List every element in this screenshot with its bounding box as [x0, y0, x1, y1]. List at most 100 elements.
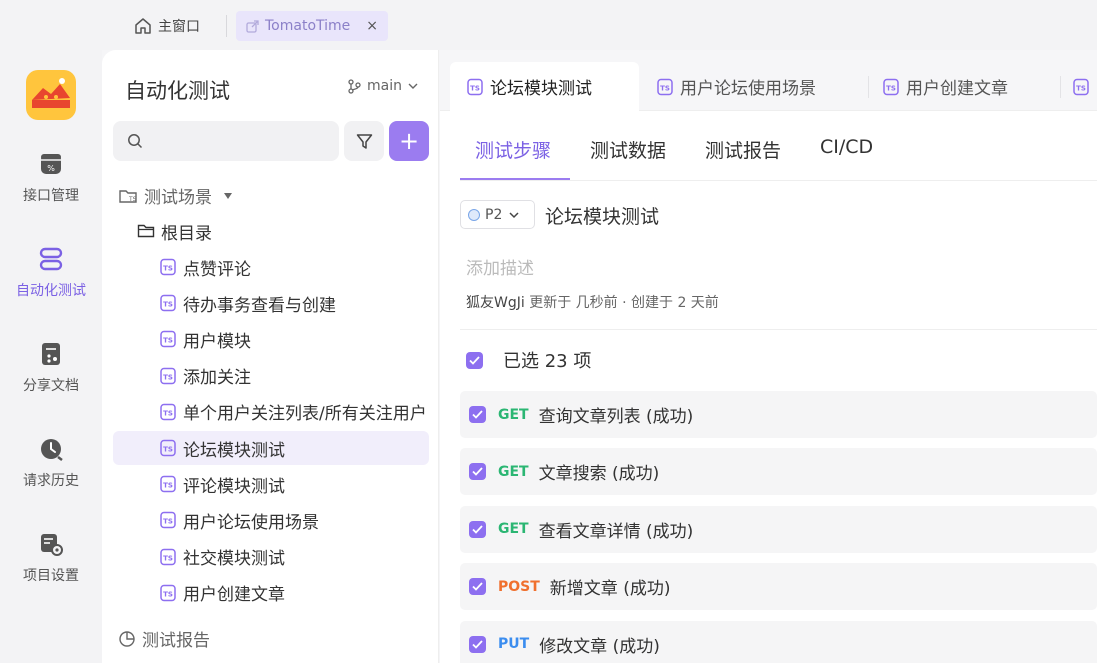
close-tab-icon[interactable]: ×: [366, 18, 378, 34]
doc-tab-forum-test[interactable]: TS 论坛模块测试: [450, 62, 639, 111]
rail-item-project-settings[interactable]: 项目设置: [0, 531, 102, 585]
step-checkbox[interactable]: [469, 635, 486, 653]
ts-file-icon: TS: [1073, 78, 1089, 95]
automation-icon: [39, 247, 63, 271]
step-name: 查询文章列表 (成功): [538, 407, 694, 427]
tab-test-data[interactable]: 测试数据: [590, 136, 666, 163]
share-doc-icon: [42, 343, 60, 365]
doc-tab-user-forum-scenario[interactable]: TS 用户论坛使用场景: [640, 62, 816, 111]
rail-item-label: 请求历史: [23, 473, 79, 489]
tree-item-label: 单个用户关注列表/所有关注用户: [183, 404, 427, 425]
ts-folder-icon: TS: [119, 189, 137, 203]
divider: [460, 329, 1097, 330]
tab-test-steps[interactable]: 测试步骤: [475, 136, 551, 163]
tab-ci-cd[interactable]: CI/CD: [820, 136, 873, 158]
external-window-icon: [246, 19, 259, 33]
svg-text:TS: TS: [163, 265, 173, 273]
test-step-row[interactable]: GET 文章搜索 (成功): [460, 448, 1097, 496]
branch-name: main: [367, 78, 402, 94]
test-step-row[interactable]: POST 新增文章 (成功): [460, 563, 1097, 611]
ts-file-icon: TS: [883, 78, 899, 95]
step-name: 查看文章详情 (成功): [538, 521, 694, 542]
case-meta: 狐友WgJi 更新于 几秒前 · 创建于 2 天前: [466, 292, 719, 312]
active-tab-indicator: [460, 178, 570, 180]
step-checkbox[interactable]: [469, 578, 486, 596]
section-test-scenarios[interactable]: TS 测试场景: [118, 183, 238, 208]
test-step-row[interactable]: GET 查看文章详情 (成功): [460, 505, 1097, 553]
tree-item-scenario[interactable]: TS 评论模块测试: [113, 467, 429, 501]
add-scenario-button[interactable]: +: [389, 121, 429, 161]
step-checkbox[interactable]: [469, 463, 486, 481]
doc-tab-user-create-article[interactable]: TS 用户创建文章: [866, 62, 1008, 111]
tree-item-label: 点赞评论: [183, 259, 251, 280]
tree-item-scenario[interactable]: TS 待办事务查看与创建: [113, 286, 429, 320]
select-all-row[interactable]: 已选 23 项: [466, 347, 591, 373]
check-icon: [472, 467, 483, 477]
tree-item-label: 添加关注: [183, 368, 251, 389]
test-step-row[interactable]: PUT 修改文章 (成功): [460, 620, 1097, 663]
section-test-reports[interactable]: 测试报告: [118, 626, 210, 651]
window-tab-project[interactable]: TomatoTime ×: [236, 11, 388, 41]
main-content: TS 论坛模块测试 TS 用户论坛使用场景 TS 用户创建文章 TS 测试步骤 …: [440, 50, 1097, 663]
panel-title: 自动化测试: [125, 79, 230, 103]
home-icon: [135, 18, 151, 34]
window-tab-divider: [226, 15, 227, 37]
description-field[interactable]: 添加描述: [466, 254, 534, 279]
http-method-badge: PUT: [498, 636, 530, 653]
git-branch-icon: [348, 78, 361, 94]
check-icon: [469, 355, 480, 365]
tree-folder-root[interactable]: 根目录: [113, 214, 429, 248]
doc-tab-label: 用户创建文章: [906, 79, 1008, 99]
window-tab-home-label: 主窗口: [158, 19, 200, 35]
test-step-row[interactable]: GET 查询文章列表 (成功): [460, 391, 1097, 438]
step-name: 新增文章 (成功): [549, 579, 671, 600]
tree-item-scenario[interactable]: TS 用户模块: [113, 322, 429, 356]
folder-icon: [137, 224, 155, 238]
chevron-down-icon: [509, 211, 519, 218]
tree-item-scenario[interactable]: TS 社交模块测试: [113, 540, 429, 574]
rail-item-label: 项目设置: [23, 568, 79, 584]
ts-file-icon: TS: [657, 78, 673, 95]
section-label: 测试报告: [142, 631, 210, 651]
select-all-checkbox[interactable]: [466, 351, 483, 369]
rail-item-history[interactable]: 请求历史: [0, 436, 102, 490]
tree-item-label: 用户创建文章: [183, 585, 285, 606]
tree-item-scenario[interactable]: TS 用户论坛使用场景: [113, 503, 429, 537]
step-checkbox[interactable]: [469, 406, 486, 423]
tree-item-label: 论坛模块测试: [183, 440, 285, 461]
rail-item-label: 自动化测试: [16, 283, 86, 299]
doc-tab-overflow[interactable]: TS: [1058, 62, 1097, 111]
tree-item-scenario[interactable]: TS 用户创建文章: [113, 576, 429, 610]
svg-text:TS: TS: [163, 446, 173, 454]
priority-dot-icon: [468, 208, 480, 221]
case-title[interactable]: 论坛模块测试: [545, 202, 659, 229]
svg-text:TS: TS: [163, 301, 173, 309]
tree-item-scenario[interactable]: TS 添加关注: [113, 359, 429, 393]
svg-text:TS: TS: [128, 196, 137, 203]
svg-text:%: %: [47, 164, 55, 173]
branch-selector[interactable]: main: [348, 78, 424, 94]
rail-item-automation[interactable]: 自动化测试: [0, 246, 102, 300]
priority-select[interactable]: P2: [460, 200, 535, 229]
step-checkbox[interactable]: [469, 520, 486, 538]
ts-file-icon: TS: [160, 403, 176, 421]
ts-file-icon: TS: [160, 331, 176, 348]
step-name: 修改文章 (成功): [539, 636, 660, 657]
svg-text:TS: TS: [886, 84, 896, 92]
window-tab-home[interactable]: 主窗口: [134, 11, 200, 41]
tree-search-input[interactable]: [113, 121, 339, 161]
step-name: 文章搜索 (成功): [538, 464, 660, 485]
rail-item-label: 分享文档: [23, 378, 79, 394]
filter-button[interactable]: [344, 121, 384, 161]
rail-item-share-docs[interactable]: 分享文档: [0, 341, 102, 395]
tab-test-report[interactable]: 测试报告: [705, 136, 781, 163]
tree-item-scenario[interactable]: TS 点赞评论: [113, 250, 429, 284]
tree-item-scenario[interactable]: TS 论坛模块测试: [113, 431, 429, 465]
rail-item-api-management[interactable]: % 接口管理: [0, 151, 102, 205]
selected-count-label: 已选 23 项: [503, 351, 592, 372]
tree-item-scenario[interactable]: TS 单个用户关注列表/所有关注用户: [113, 395, 429, 429]
window-tab-project-label: TomatoTime: [265, 18, 351, 34]
history-icon: [41, 439, 63, 461]
check-icon: [472, 410, 483, 419]
ts-file-icon: TS: [160, 475, 176, 493]
